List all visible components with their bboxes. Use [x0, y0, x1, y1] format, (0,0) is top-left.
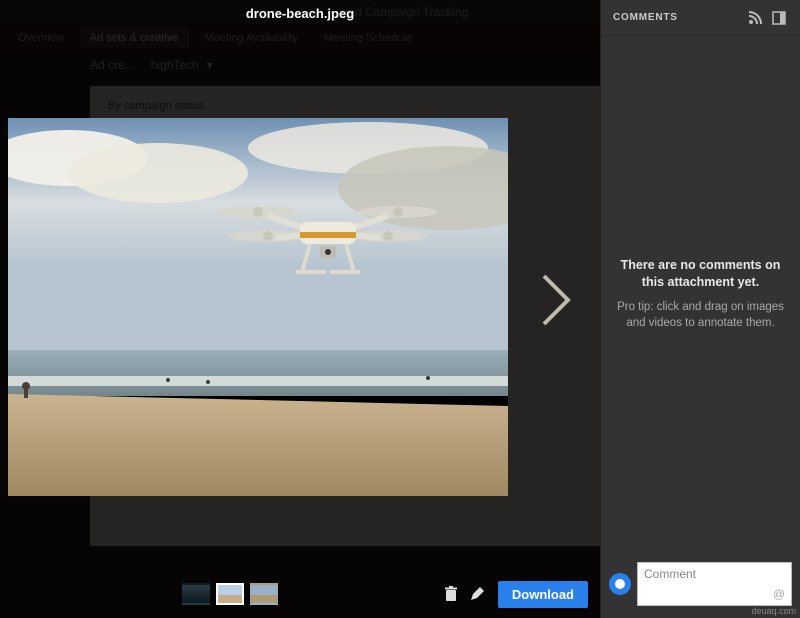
watermark: deuaq.com	[751, 606, 796, 616]
delete-button[interactable]	[438, 581, 464, 607]
thumbnail[interactable]	[250, 583, 278, 605]
collapse-panel-button[interactable]	[770, 9, 788, 27]
comment-input[interactable]: Comment @	[637, 562, 792, 606]
empty-subline: Pro tip: click and drag on images and vi…	[615, 299, 786, 331]
chevron-right-icon	[540, 272, 574, 328]
drone-beach-image	[8, 118, 508, 496]
download-button[interactable]: Download	[498, 581, 588, 608]
trash-icon	[444, 586, 458, 602]
rss-icon	[748, 11, 762, 25]
user-icon	[615, 579, 625, 589]
thumbnail[interactable]	[182, 583, 210, 605]
mention-button[interactable]: @	[773, 587, 785, 601]
avatar	[609, 573, 631, 595]
comment-placeholder: Comment	[644, 567, 696, 581]
attachment-title: drone-beach.jpeg	[0, 6, 600, 21]
comments-header: COMMENTS	[601, 0, 800, 36]
thumbnail[interactable]	[216, 583, 244, 605]
next-button[interactable]	[532, 260, 582, 340]
edit-button[interactable]	[464, 581, 490, 607]
viewer-main: drone-beach.jpeg	[0, 0, 600, 618]
comments-header-label: COMMENTS	[613, 12, 678, 23]
subscribe-button[interactable]	[746, 9, 764, 27]
image-stage[interactable]	[8, 118, 508, 496]
comments-empty-state: There are no comments on this attachment…	[601, 36, 800, 552]
attachment-viewer: drone-beach.jpeg	[0, 0, 800, 618]
bottom-bar: Download	[0, 570, 600, 618]
thumbnail-strip	[182, 583, 278, 605]
pencil-icon	[469, 586, 485, 602]
comments-panel: COMMENTS There are no comments on this a…	[600, 0, 800, 618]
panel-collapse-icon	[772, 11, 786, 25]
empty-headline: There are no comments on this attachment…	[615, 257, 786, 291]
